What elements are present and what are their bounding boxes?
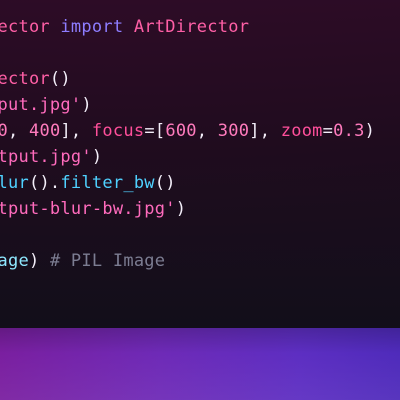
screenshot-frame: rector import ArtDirectorrector()nput.jp…: [0, 0, 400, 400]
code-token: ,: [196, 121, 218, 141]
code-line: nput.jpg'): [0, 92, 375, 118]
code-token: 600: [165, 121, 197, 141]
code-token: =: [322, 121, 334, 141]
code-token: 0.3: [333, 121, 365, 141]
code-token: mage: [0, 251, 29, 271]
code-token: ): [28, 251, 50, 271]
code-token: 400: [28, 121, 61, 141]
code-line: utput-blur-bw.jpg'): [0, 196, 375, 222]
code-line: blur().filter_bw(): [0, 170, 375, 196]
code-token: blur: [0, 173, 29, 193]
code-token: zoom: [280, 121, 323, 141]
code-line: rector(): [0, 66, 375, 92]
code-token: ,: [7, 121, 29, 141]
code-token: nput.jpg': [0, 95, 82, 115]
code-token: ): [91, 147, 103, 167]
floor-gradient: [0, 328, 400, 400]
code-token: (): [154, 173, 176, 193]
code-token: ): [175, 199, 187, 219]
code-token: focus: [91, 121, 145, 141]
code-token: ): [81, 95, 92, 115]
code-token: ],: [249, 121, 281, 141]
code-token: filter_bw: [60, 173, 155, 193]
code-line: 00, 400], focus=[600, 300], zoom=0.3): [0, 118, 375, 144]
code-editor-panel: rector import ArtDirectorrector()nput.jp…: [0, 0, 400, 328]
code-line: utput.jpg'): [0, 144, 375, 170]
code-token: import: [60, 17, 124, 37]
code-token: 300: [217, 121, 250, 141]
code-token: utput-blur-bw.jpg': [0, 199, 176, 219]
code-token: =[: [144, 121, 166, 141]
code-token: # PIL Image: [49, 251, 166, 271]
code-token: ): [364, 121, 376, 141]
code-token: 00: [0, 121, 8, 141]
code-token: ],: [60, 121, 92, 141]
code-token: ().: [28, 173, 61, 193]
code-token: rector: [0, 17, 50, 37]
code-line: rector import ArtDirector: [0, 14, 375, 40]
code-line: mage) # PIL Image: [0, 248, 375, 274]
code-token: ArtDirector: [133, 17, 250, 37]
code-token: utput.jpg': [0, 147, 92, 167]
code-token: rector: [0, 69, 50, 89]
code-token: (): [49, 69, 71, 89]
code-block: rector import ArtDirectorrector()nput.jp…: [0, 14, 375, 274]
